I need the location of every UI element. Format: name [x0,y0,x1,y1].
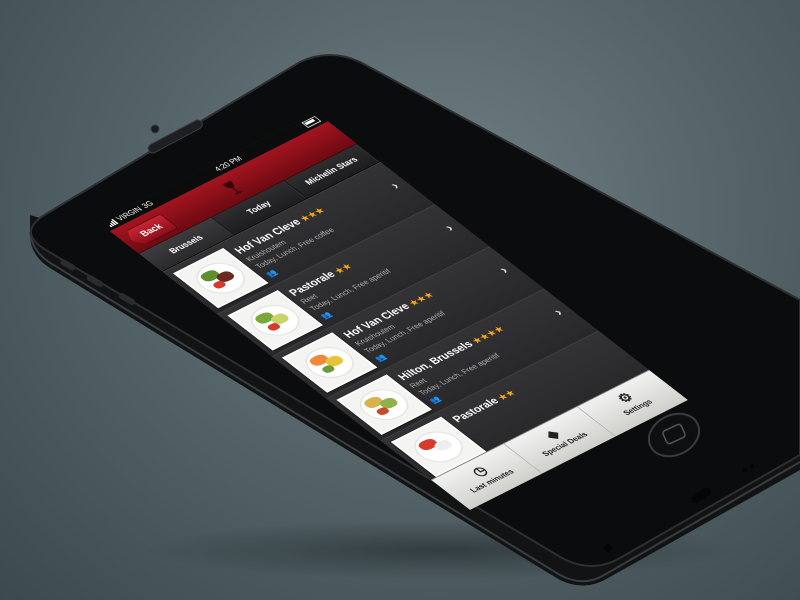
chevron-right-icon: › [549,305,567,319]
wine-glass-icon [222,180,243,195]
people-icon: 👥 [264,268,280,279]
chevron-right-icon: › [385,179,404,192]
people-icon: 👥 [318,311,335,321]
scene: VIRGIN 3G 4:20 PM Back Brussels Today Mi… [0,0,800,600]
chevron-right-icon: › [440,221,458,234]
star-rating: ★★ [332,262,355,276]
chevron-right-icon: › [494,263,513,276]
people-icon: 👥 [427,395,444,406]
star-rating: ★★ [496,388,519,402]
front-camera-icon [150,124,160,134]
signal-icon [105,218,119,227]
star-rating: ★★★★ [470,324,507,346]
people-icon: 👥 [373,353,389,364]
star-rating: ★★★ [298,206,328,224]
star-rating: ★★★ [407,290,437,308]
